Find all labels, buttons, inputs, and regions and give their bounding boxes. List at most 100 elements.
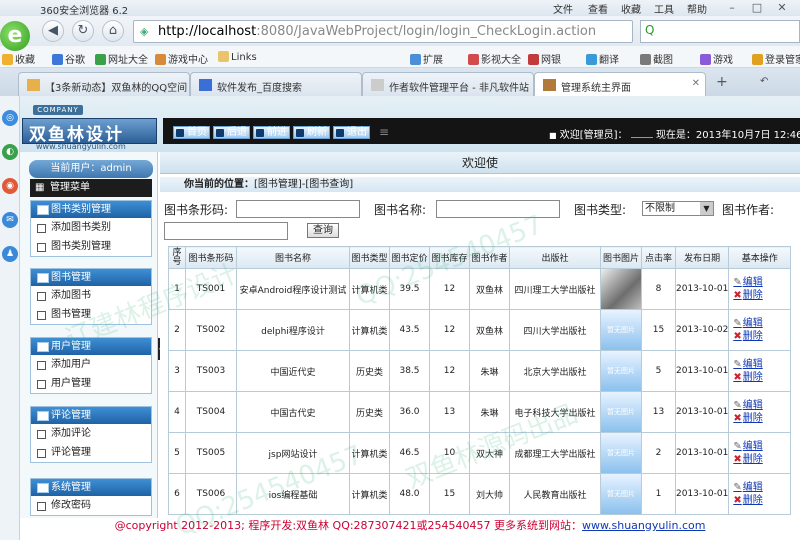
toolbar-screenshot[interactable]: 截图 (640, 51, 673, 66)
menu-item-manage-category[interactable]: 图书类别管理 (31, 237, 151, 256)
edit-link[interactable]: 编辑 (733, 481, 790, 494)
delete-link[interactable]: 删除 (733, 289, 790, 302)
table-cell: TS002 (185, 309, 237, 351)
barcode-label: 图书条形码: (164, 203, 229, 217)
tab-admin-main[interactable]: 管理系统主界面 ✕ (534, 72, 706, 96)
sidebar-qq-icon[interactable]: ♟ (2, 246, 18, 262)
menu-item-change-password[interactable]: 修改密码 (31, 496, 151, 515)
group-comment-title[interactable]: 评论管理 (31, 407, 151, 424)
refresh-icon[interactable]: ↻ (72, 20, 94, 42)
edit-link[interactable]: 编辑 (733, 399, 790, 412)
delete-link[interactable]: 删除 (733, 371, 790, 384)
menu-tools[interactable]: 工具 (654, 1, 674, 16)
bookmark-links[interactable]: Links (218, 51, 257, 63)
edit-link[interactable]: 编辑 (733, 276, 790, 289)
new-tab-icon[interactable]: + (716, 74, 728, 90)
table-header-cell: 图书库存 (429, 246, 470, 269)
menu-file[interactable]: 文件 (553, 1, 573, 16)
delete-link[interactable]: 删除 (733, 330, 790, 343)
table-cell: jsp网站设计 (236, 432, 350, 474)
refresh-button[interactable]: 刷新 (293, 126, 330, 139)
search-input[interactable]: Q (640, 20, 800, 43)
tab-baidu-search[interactable]: 软件发布_百度搜索 (190, 72, 362, 96)
close-icon[interactable]: ✕ (770, 0, 794, 16)
forward-button[interactable]: 前进 (253, 126, 290, 139)
sidebar-app-icon[interactable]: ◎ (2, 110, 18, 126)
table-cell: 2013-10-01 (674, 350, 730, 392)
author-input[interactable] (164, 222, 288, 240)
table-header-cell: 出版社 (509, 246, 601, 269)
header-toolbar: 首页 后退 前进 刷新 退出 ≡ ■ 欢迎[管理员]： 现在是：2013年10月… (163, 118, 800, 144)
table-header-cell: 图书名称 (236, 246, 350, 269)
back-icon[interactable]: ◀ (42, 20, 64, 42)
maximize-icon[interactable]: □ (745, 0, 769, 16)
group-category-title[interactable]: 图书类别管理 (31, 201, 151, 218)
table-cell: 人民教育出版社 (509, 473, 601, 515)
menu-item-add-comment[interactable]: 添加评论 (31, 424, 151, 443)
address-bar[interactable]: ◈ http://localhost:8080/JavaWebProject/l… (133, 20, 633, 43)
tab-software-platform[interactable]: 作者软件管理平台 - 非凡软件站 (362, 72, 534, 96)
delete-link[interactable]: 删除 (733, 412, 790, 425)
book-type-select[interactable]: 不限制 ▼ (642, 201, 714, 216)
table-header-cell: 图书定价 (389, 246, 430, 269)
delete-link[interactable]: 删除 (733, 453, 790, 466)
menu-view[interactable]: 查看 (588, 1, 608, 16)
menu-item-manage-comment[interactable]: 评论管理 (31, 443, 151, 462)
menu-lines-icon: ≡ (379, 125, 390, 139)
menu-favorites[interactable]: 收藏 (621, 1, 641, 16)
logout-button[interactable]: 退出 (333, 126, 370, 139)
table-cell: 3 (168, 350, 186, 392)
edit-link[interactable]: 编辑 (733, 358, 790, 371)
minimize-icon[interactable]: – (720, 0, 744, 16)
sidebar-chat-icon[interactable]: ◐ (2, 144, 18, 160)
menu-help[interactable]: 帮助 (687, 1, 707, 16)
toolbar-extensions[interactable]: 扩展 (410, 51, 443, 66)
home-button[interactable]: 首页 (173, 126, 210, 139)
toolbar-login-manager[interactable]: 登录管家 (752, 51, 800, 66)
sidebar-weibo-icon[interactable]: ◉ (2, 178, 18, 194)
tab-qzone[interactable]: 【3条新动态】双鱼林的QQ空间 (18, 72, 190, 96)
app-title: 360安全浏览器 6.2 (40, 6, 129, 17)
group-user: 用户管理 添加用户 用户管理 (30, 337, 152, 394)
toolbar-bank[interactable]: 网银 (528, 51, 561, 66)
query-button[interactable]: 查询 (307, 223, 339, 238)
bookmark-navigator[interactable]: 网址大全 (95, 51, 148, 66)
table-cell: TS004 (185, 391, 237, 433)
shield-icon: ◈ (140, 25, 149, 38)
toolbar-games[interactable]: 游戏 (700, 51, 733, 66)
bookmarks-bar: 收藏 谷歌 网址大全 游戏中心 Links 扩展 影视大全 网银 翻译 截图 游… (0, 46, 800, 68)
no-image-placeholder: 暂无图片 (601, 433, 641, 473)
tab-close-icon[interactable]: ✕ (692, 78, 700, 89)
group-book-title[interactable]: 图书管理 (31, 269, 151, 286)
bookmark-games[interactable]: 游戏中心 (155, 51, 208, 66)
menu-title: ▦ 管理菜单 (30, 179, 152, 197)
bookmark-favorites[interactable]: 收藏 (2, 51, 35, 66)
bookmark-google[interactable]: 谷歌 (52, 51, 85, 66)
actions-cell: 编辑删除 (728, 432, 792, 474)
table-row: 2 TS002 delphi程序设计 计算机类 43.5 12 双鱼林 四川大学出版社 暂无图片… (168, 309, 792, 351)
table-cell: 2 (168, 309, 186, 351)
sidebar-mail-icon[interactable]: ✉ (2, 212, 18, 228)
book-name-input[interactable] (436, 200, 560, 218)
toolbar-translate[interactable]: 翻译 (586, 51, 619, 66)
edit-link[interactable]: 编辑 (733, 317, 790, 330)
footer-link[interactable]: www.shuangyulin.com (582, 519, 705, 532)
home-icon[interactable]: ⌂ (102, 20, 124, 42)
back-button[interactable]: 后退 (213, 126, 250, 139)
table-cell: 48.0 (389, 473, 430, 515)
menu-item-add-user[interactable]: 添加用户 (31, 355, 151, 374)
menu-item-add-category[interactable]: 添加图书类别 (31, 218, 151, 237)
menu-item-add-book[interactable]: 添加图书 (31, 286, 151, 305)
no-image-placeholder: 暂无图片 (601, 474, 641, 514)
menu-item-manage-book[interactable]: 图书管理 (31, 305, 151, 324)
group-system-title[interactable]: 系统管理 (31, 479, 151, 496)
menu-item-manage-user[interactable]: 用户管理 (31, 374, 151, 393)
table-cell: 5 (168, 432, 186, 474)
table-cell: 计算机类 (349, 473, 390, 515)
tab-undo-icon[interactable]: ↶ (760, 76, 768, 87)
toolbar-video[interactable]: 影视大全 (468, 51, 521, 66)
delete-link[interactable]: 删除 (733, 494, 790, 507)
edit-link[interactable]: 编辑 (733, 440, 790, 453)
group-user-title[interactable]: 用户管理 (31, 338, 151, 355)
barcode-input[interactable] (236, 200, 360, 218)
